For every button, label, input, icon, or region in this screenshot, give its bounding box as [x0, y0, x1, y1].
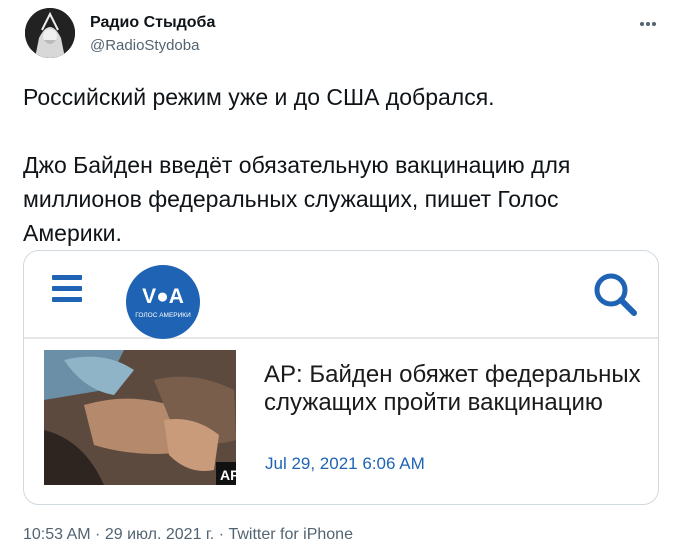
svg-text:AP: AP [220, 467, 236, 483]
tweet-time[interactable]: 10:53 AM [23, 526, 91, 543]
tweet-text: Российский режим уже и до США добрался. … [23, 84, 571, 246]
avatar[interactable] [25, 8, 75, 58]
card-header: V●A ГОЛОС АМЕРИКИ [24, 251, 658, 339]
svg-text:V●A: V●A [142, 285, 184, 308]
article-title[interactable]: AP: Байден обяжет федеральных служащих п… [264, 361, 644, 417]
tweet-meta: 10:53 AM · 29 июл. 2021 г. · Twitter for… [23, 526, 353, 543]
search-icon [590, 269, 640, 319]
svg-text:ГОЛОС АМЕРИКИ: ГОЛОС АМЕРИКИ [135, 312, 191, 319]
article-image: AP [44, 350, 236, 485]
link-card[interactable]: V●A ГОЛОС АМЕРИКИ AP AP: Байден обяжет ф… [23, 250, 659, 505]
tweet-source[interactable]: Twitter for iPhone [228, 526, 353, 543]
voa-logo-icon: V●A ГОЛОС АМЕРИКИ [124, 263, 202, 341]
tweet-date[interactable]: 29 июл. 2021 г. [105, 526, 214, 543]
hamburger-menu-icon [52, 275, 82, 305]
author-handle[interactable]: @RadioStydoba [90, 37, 199, 54]
article-date: Jul 29, 2021 6:06 AM [265, 454, 425, 473]
more-options-icon[interactable] [636, 12, 660, 36]
author-name[interactable]: Радио Стыдоба [90, 14, 215, 32]
